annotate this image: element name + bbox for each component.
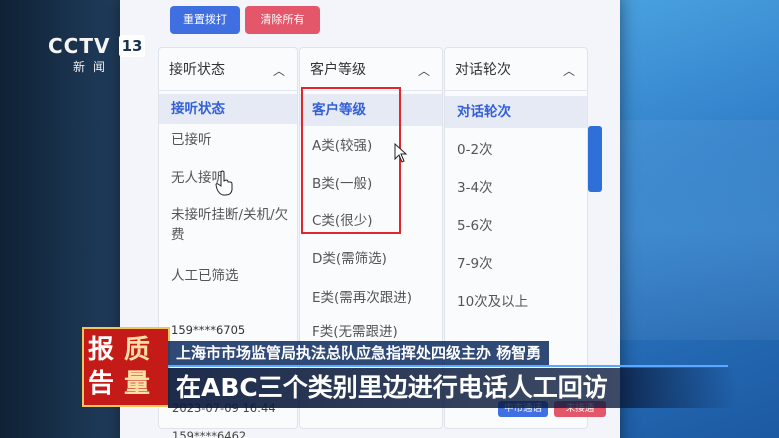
chevron-up-icon[interactable]: ︿	[418, 62, 430, 79]
channel-logo-text: CCTV	[48, 34, 111, 58]
answer-status-header[interactable]: 接听状态 ︿	[159, 48, 297, 91]
dialog-rounds-option[interactable]: 7-9次	[445, 254, 587, 274]
dialog-rounds-option[interactable]: 5-6次	[445, 216, 587, 236]
answer-status-option[interactable]: 已接听	[159, 130, 297, 150]
mouse-pointer-icon	[394, 143, 408, 163]
brand-char: 量	[124, 369, 151, 399]
dialog-rounds-option[interactable]: 0-2次	[445, 140, 587, 160]
customer-level-option[interactable]: E类(需再次跟进)	[300, 288, 442, 308]
program-brand-logo: 报 质 告 量	[82, 327, 170, 407]
dialog-rounds-option[interactable]: 3-4次	[445, 178, 587, 198]
brand-char: 质	[124, 335, 151, 365]
channel-subtitle: 新闻	[73, 60, 114, 74]
subtitle-caption: 在ABC三个类别里边进行电话人工回访	[168, 368, 736, 408]
record-phone: 159****6705	[171, 323, 246, 337]
customer-level-header[interactable]: 客户等级 ︿	[300, 48, 442, 91]
chevron-up-icon[interactable]: ︿	[563, 62, 575, 79]
customer-level-option[interactable]: F类(无需跟进)	[300, 322, 442, 342]
scrollbar-thumb[interactable]	[588, 126, 602, 192]
caption-divider	[168, 365, 728, 367]
dialog-rounds-header[interactable]: 对话轮次 ︿	[445, 48, 587, 91]
customer-level-title: 客户等级	[310, 62, 366, 78]
answer-status-title: 接听状态	[169, 62, 225, 78]
brand-char: 报	[88, 335, 115, 365]
abc-highlight-box	[301, 87, 401, 234]
speaker-caption: 上海市市场监管局执法总队应急指挥处四级主办 杨智勇	[168, 341, 550, 365]
chevron-up-icon[interactable]: ︿	[273, 62, 285, 79]
table-row: 159****6462	[158, 426, 598, 438]
answer-status-option[interactable]: 未接听挂断/关机/欠费	[159, 205, 291, 245]
desktop-light-band	[600, 120, 779, 340]
dialog-rounds-title: 对话轮次	[455, 62, 511, 78]
record-phone: 159****6462	[172, 429, 247, 438]
brand-char: 告	[88, 369, 115, 399]
video-frame: 重置拨打 清除所有 接听状态 ︿ 接听状态 已接听 无人接听 未接听挂断/关机/…	[0, 0, 779, 438]
hand-pointer-icon	[215, 170, 233, 196]
customer-level-option[interactable]: D类(需筛选)	[300, 249, 442, 269]
answer-status-option[interactable]: 接听状态	[159, 94, 297, 124]
dialog-rounds-option[interactable]: 对话轮次	[445, 96, 587, 128]
channel-number: 13	[119, 35, 145, 57]
reset-dial-button[interactable]: 重置拨打	[170, 6, 240, 34]
answer-status-option[interactable]: 人工已筛选	[159, 266, 297, 286]
dialog-rounds-option[interactable]: 10次及以上	[445, 292, 587, 312]
channel-logo: CCTV 13 新闻	[48, 34, 148, 74]
clear-all-button[interactable]: 清除所有	[245, 6, 320, 34]
